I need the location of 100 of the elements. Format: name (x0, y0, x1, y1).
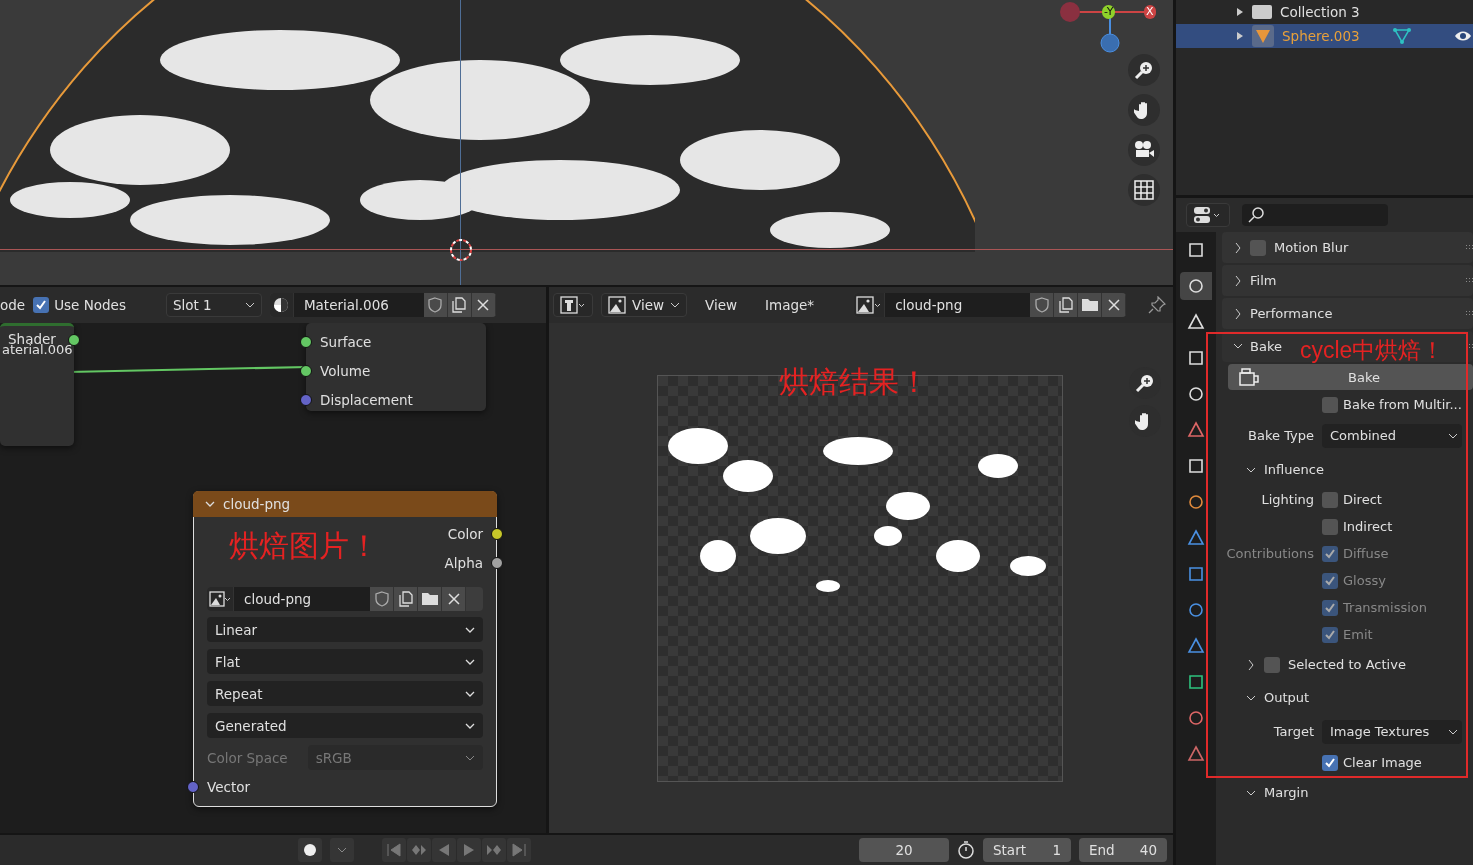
collapse-chevron-icon[interactable] (205, 501, 215, 507)
fake-user-button[interactable] (370, 587, 394, 611)
checkbox[interactable]: Bake from Multir... (1322, 396, 1462, 413)
image-browse-button[interactable] (854, 293, 886, 317)
duplicate-icon (451, 297, 468, 313)
end-frame-field[interactable]: End 40 (1079, 838, 1167, 862)
chevron-down-icon (465, 626, 475, 633)
chevron-down-icon (1448, 728, 1458, 735)
shield-icon (374, 591, 389, 607)
panel-title: Film (1250, 273, 1277, 288)
slot-dropdown[interactable]: Slot 1 (165, 293, 262, 317)
panel-header[interactable]: Film (1222, 265, 1473, 296)
duplicate-button[interactable] (1054, 293, 1079, 317)
start-frame-field[interactable]: Start 1 (983, 838, 1071, 862)
node-dropdown[interactable]: Generated (207, 713, 483, 738)
image-name-field[interactable]: cloud-png (885, 293, 1031, 317)
checkbox[interactable] (1264, 656, 1280, 673)
node-dropdown[interactable]: Flat (207, 649, 483, 674)
annotation-text: 烘焙结果！ (779, 367, 929, 397)
camera-view-button[interactable] (1128, 134, 1160, 166)
fake-user-button[interactable] (423, 293, 448, 317)
output-node[interactable]: Surface Volume Displacement (300, 323, 492, 411)
socket-dot[interactable] (491, 527, 503, 540)
zoom-button[interactable] (1128, 54, 1160, 86)
socket-label: Surface (320, 333, 372, 350)
current-frame-field[interactable]: 20 (859, 838, 949, 862)
pan-button[interactable] (1128, 94, 1160, 126)
menu-item[interactable]: View (695, 297, 748, 313)
chevron-down-icon (465, 658, 475, 665)
expand-arrow-icon[interactable] (1236, 31, 1244, 41)
field-label: Start (993, 842, 1026, 858)
close-button[interactable] (471, 293, 496, 317)
checkbox[interactable]: Clear Image (1322, 754, 1422, 771)
fake-user-button[interactable] (1030, 293, 1055, 317)
select-dropdown[interactable]: Combined (1322, 423, 1462, 448)
node-dropdown[interactable]: Linear (207, 617, 483, 642)
check-icon (1324, 601, 1336, 614)
duplicate-button[interactable] (447, 293, 472, 317)
duplicate-button[interactable] (394, 587, 418, 611)
checkbox[interactable] (1250, 239, 1266, 256)
subpanel-header[interactable]: Influence (1222, 454, 1473, 485)
checkbox[interactable]: Indirect (1322, 518, 1393, 535)
subpanel-title: Selected to Active (1288, 657, 1406, 672)
socket-dot[interactable] (300, 364, 312, 377)
gizmo-axis-label[interactable]: -Y (1102, 5, 1116, 19)
open-file-button[interactable] (418, 587, 442, 611)
bake-button[interactable]: Bake (1228, 364, 1473, 390)
socket-dot[interactable] (68, 334, 80, 346)
stopwatch-icon[interactable] (957, 841, 975, 859)
close-button[interactable] (1102, 293, 1127, 317)
pin-icon[interactable] (1148, 296, 1167, 314)
panel-title: Motion Blur (1274, 240, 1349, 255)
editor-type-button[interactable] (1186, 203, 1230, 227)
panel-header[interactable]: Performance (1222, 298, 1473, 329)
gizmo-axis-label[interactable]: X (1144, 5, 1156, 19)
image-name-field[interactable]: cloud-png (234, 587, 370, 611)
shader-node[interactable]: Shader aterial.006 (0, 323, 80, 446)
expand-arrow-icon[interactable] (1236, 7, 1244, 17)
record-button[interactable] (298, 838, 322, 862)
chevron-down-icon (244, 302, 255, 308)
field-label: Bake Type (1248, 428, 1314, 443)
properties-tab[interactable] (1180, 272, 1212, 300)
socket-dot[interactable] (187, 780, 199, 793)
view-mode-dropdown[interactable]: View (601, 293, 688, 317)
next-keyframe-icon[interactable] (482, 838, 506, 862)
outliner-row[interactable]: Collection 3 (1176, 0, 1473, 24)
menu-item[interactable]: Image* (755, 297, 825, 313)
subpanel-header[interactable]: Selected to Active (1222, 649, 1473, 680)
play-icon[interactable] (457, 838, 481, 862)
jump-start-icon[interactable] (382, 838, 406, 862)
search-field[interactable] (1242, 204, 1388, 226)
subpanel-header[interactable]: Output (1222, 682, 1473, 713)
select-dropdown[interactable]: Image Textures (1322, 719, 1462, 744)
socket-dot[interactable] (491, 556, 503, 569)
use-nodes-checkbox[interactable]: Use Nodes (33, 297, 126, 313)
outliner-row[interactable]: Sphere.003 (1176, 24, 1473, 48)
panel-title: Bake (1250, 339, 1282, 354)
subpanel-title: Output (1264, 690, 1310, 705)
shield-icon (1034, 297, 1049, 313)
checkbox[interactable]: Direct (1322, 491, 1382, 508)
subpanel-header[interactable]: Margin (1222, 777, 1473, 808)
close-button[interactable] (442, 587, 466, 611)
open-file-button[interactable] (1078, 293, 1103, 317)
jump-end-icon[interactable] (507, 838, 531, 862)
grid-view-button[interactable] (1128, 174, 1160, 206)
image-editor-icon (560, 296, 586, 314)
panel-header[interactable]: Motion Blur (1222, 232, 1473, 263)
chevron-right-icon (1234, 274, 1242, 287)
node-dropdown[interactable]: Repeat (207, 681, 483, 706)
material-name-field[interactable]: Material.006 (293, 293, 424, 317)
image-browse-button[interactable] (207, 587, 234, 611)
eye-icon[interactable] (1453, 30, 1472, 42)
socket-dot[interactable] (300, 393, 312, 406)
annotation-text: 烘焙图片！ (229, 531, 379, 561)
prev-keyframe-icon[interactable] (407, 838, 431, 862)
socket-dot[interactable] (300, 335, 312, 348)
editor-type-button[interactable] (553, 293, 593, 317)
chevron-right-icon (1246, 658, 1256, 671)
mesh-object-icon (1252, 25, 1274, 47)
play-reverse-icon[interactable] (432, 838, 456, 862)
